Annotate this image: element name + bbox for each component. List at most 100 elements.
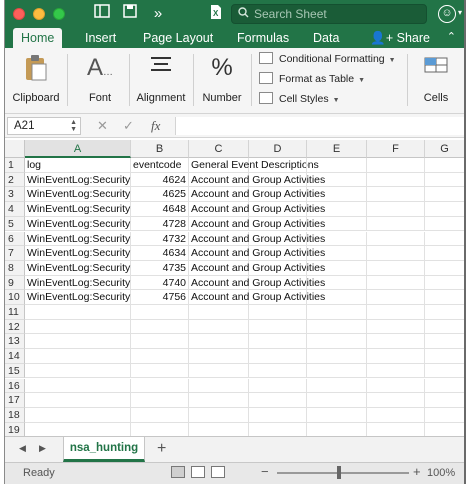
cell[interactable] (425, 202, 464, 217)
cell[interactable]: WinEventLog:Security (25, 260, 131, 276)
cell[interactable] (425, 334, 464, 350)
alignment-button[interactable]: Alignment (133, 52, 189, 104)
cell[interactable]: WinEventLog:Security (25, 275, 131, 291)
column-header-d[interactable]: D (249, 140, 307, 158)
cell[interactable] (307, 422, 367, 436)
row-header[interactable]: 16 (5, 378, 25, 394)
cell[interactable]: 4648 (131, 202, 189, 217)
spreadsheet-grid[interactable]: ABCDEFG 1234567891011121314151617181920 … (5, 140, 464, 436)
cell[interactable] (367, 202, 425, 217)
cell[interactable] (367, 363, 425, 379)
cell[interactable] (425, 320, 464, 335)
cell[interactable]: WinEventLog:Security (25, 231, 131, 247)
tab-formulas[interactable]: Formulas (229, 28, 297, 48)
cell[interactable] (367, 349, 425, 364)
font-button[interactable]: A… Font (75, 52, 125, 104)
cell[interactable] (249, 216, 307, 232)
cell[interactable]: WinEventLog:Security (25, 202, 131, 217)
cell[interactable] (249, 378, 307, 394)
cell[interactable]: Account and Group Activities (189, 216, 325, 232)
cell[interactable] (307, 260, 367, 276)
row-header[interactable]: 18 (5, 407, 25, 423)
format-as-table-button[interactable]: Format as Table ▼ (259, 70, 365, 88)
cell[interactable] (25, 305, 131, 320)
row-header[interactable]: 4 (5, 202, 25, 217)
cell[interactable] (249, 231, 307, 247)
cell[interactable] (189, 407, 249, 423)
cell[interactable] (367, 172, 425, 188)
row-header[interactable]: 1 (5, 158, 25, 173)
cell[interactable] (425, 158, 464, 173)
insert-function-button[interactable]: fx (151, 118, 160, 134)
user-avatar-icon[interactable]: ☺ (438, 5, 456, 23)
row-header[interactable]: 6 (5, 231, 25, 247)
row-header[interactable]: 9 (5, 275, 25, 291)
cell[interactable] (131, 319, 189, 335)
cell[interactable] (307, 305, 367, 320)
save-icon[interactable] (119, 4, 141, 24)
cell[interactable] (307, 158, 367, 173)
cell[interactable] (249, 187, 307, 203)
cell[interactable] (307, 231, 367, 247)
cell[interactable] (249, 422, 307, 436)
cell[interactable]: Account and Group Activities (189, 275, 325, 291)
cell[interactable] (367, 275, 425, 291)
cell[interactable]: WinEventLog:Security (25, 246, 131, 261)
cell[interactable] (249, 158, 307, 173)
cell[interactable]: 4624 (131, 172, 189, 188)
cell[interactable] (425, 408, 464, 423)
cell[interactable] (131, 305, 189, 320)
cell[interactable] (249, 393, 307, 408)
prev-sheet-icon[interactable]: ◀ (19, 443, 26, 454)
cell[interactable] (307, 172, 367, 188)
column-header-g[interactable]: G (425, 140, 464, 158)
formula-input[interactable] (175, 117, 464, 135)
name-box[interactable]: A21 ▲ ▼ (7, 117, 81, 135)
cell[interactable]: General Event Descriptions (189, 158, 319, 173)
cell[interactable]: 4625 (131, 187, 189, 203)
cell[interactable] (189, 422, 249, 436)
cell[interactable] (25, 407, 131, 423)
row-header[interactable]: 14 (5, 349, 25, 364)
cell[interactable]: log (25, 158, 131, 173)
cell[interactable] (189, 349, 249, 364)
cell[interactable] (249, 407, 307, 423)
normal-view-icon[interactable] (171, 466, 185, 478)
cell[interactable] (367, 290, 425, 305)
cell[interactable] (131, 349, 189, 364)
zoom-out-icon[interactable]: − (261, 464, 269, 479)
close-window-button[interactable] (13, 8, 25, 20)
row-header[interactable]: 19 (5, 422, 25, 436)
cell[interactable] (25, 349, 131, 364)
cell[interactable] (25, 319, 131, 335)
cell[interactable] (25, 378, 131, 394)
cell[interactable] (249, 349, 307, 364)
cell[interactable] (307, 202, 367, 217)
more-commands-icon[interactable]: » (147, 4, 169, 24)
chevron-down-icon[interactable]: ▾ (458, 8, 462, 17)
cell[interactable] (307, 290, 367, 305)
cell[interactable] (367, 231, 425, 247)
cell[interactable]: eventcode (131, 158, 189, 173)
cell[interactable] (367, 246, 425, 261)
cell[interactable] (307, 319, 367, 335)
cell[interactable] (307, 407, 367, 423)
cell[interactable]: 4728 (131, 216, 189, 232)
maximize-window-button[interactable] (53, 8, 65, 20)
cell[interactable] (249, 246, 307, 261)
cell[interactable] (367, 334, 425, 350)
cell[interactable] (131, 378, 189, 394)
cell[interactable] (367, 187, 425, 203)
add-sheet-icon[interactable]: + (157, 440, 166, 458)
cell[interactable] (425, 261, 464, 276)
row-header[interactable]: 10 (5, 290, 25, 305)
cell[interactable] (425, 232, 464, 247)
cell[interactable] (249, 275, 307, 291)
collapse-ribbon-icon[interactable]: ⌃ (447, 30, 456, 43)
cell[interactable] (189, 393, 249, 408)
cell[interactable] (307, 187, 367, 203)
row-header[interactable]: 5 (5, 216, 25, 232)
cell[interactable] (249, 202, 307, 217)
cell[interactable] (307, 275, 367, 291)
cell[interactable] (189, 363, 249, 379)
